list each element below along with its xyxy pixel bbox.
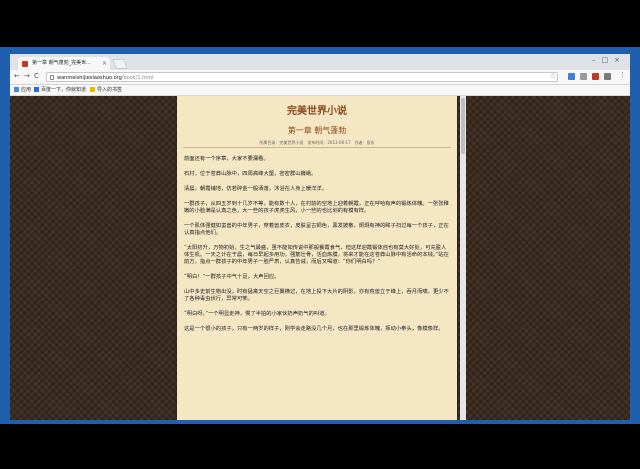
browser-chrome: 第一章 朝气蓬勃_完美世... × –□× ← → C wanmeishijie… [10,54,630,420]
paragraph: 这是一个很小的孩子，只有一两岁的样子，刚学会走路没几个月，也在那里锻炼体魄，挥动… [184,326,444,332]
reload-button[interactable]: C [34,72,39,80]
extension-icon[interactable] [592,73,599,80]
scrollbar-thumb[interactable] [461,98,465,154]
folder-icon [90,87,95,92]
paragraph: 前面还有一个序章，大家不要漏看。 [184,156,269,162]
bookmark-baidu[interactable]: 百度一下，你就知道 [34,85,86,95]
chapter-body: 前面还有一个序章，大家不要漏看。 石村，位于苍莽山脉中，四周高峰大壑，密密群山巍… [184,156,450,341]
paragraph: “明白！”一群孩子中气十足，大声回应。 [184,274,280,280]
browser-menu-icon[interactable]: ⋮ [619,71,626,79]
tab-active[interactable]: 第一章 朝气蓬勃_完美世... × [18,57,110,70]
paragraph: 山中多史前生物出没，时有猛禽天空之巨翼横过，在地上投下大片的阴影，亦有荒兽立于峰… [184,289,449,302]
forward-button[interactable]: → [24,72,30,80]
url-host: wanmeishijiexiaoshuo.org [57,75,122,81]
bookmarks-bar: 应用 百度一下，你就知道 导入的书签 [10,85,630,96]
divider [183,147,451,148]
page-viewport: 完美世界小说 第一章 朝气蓬勃 所属目录：完美世界小说 发布时间：2013-08… [10,96,630,420]
url-path: /book/1.html [121,75,154,81]
tab-strip: 第一章 朝气蓬勃_完美世... × –□× [10,54,630,70]
extension-icon[interactable] [568,73,575,80]
bookmark-label: 导入的书签 [97,87,123,93]
bookmark-star-icon[interactable]: ☆ [550,72,556,80]
paragraph: “太阳初升，万物初始，生之气最盛，虽不能如传说中那般餐霞食气，但这样迎霞锻体自也… [184,245,449,265]
page-info-icon[interactable] [50,75,54,80]
back-button[interactable]: ← [14,72,20,80]
bookmark-label: 应用 [21,87,32,93]
tab-close-icon[interactable]: × [102,57,107,70]
apps-icon [14,87,19,92]
window-controls[interactable]: –□× [592,56,626,64]
address-bar[interactable]: wanmeishijiexiaoshuo.org/book/1.html [46,72,558,82]
scrollbar[interactable] [460,96,466,420]
favicon-icon [22,61,28,67]
paragraph: 石村，位于苍莽山脉中，四周高峰大壑，密密群山巍峨。 [184,171,317,177]
paragraph: 清晨，朝霞铺地，仿若碎金一般洒落，沐浴在人身上暖洋洋。 [184,186,328,192]
bookmark-imported[interactable]: 导入的书签 [90,85,122,95]
paragraph: “明白呀。”一个明显走神，慢了半拍的小家伙奶声奶气的叫道。 [184,311,330,317]
toolbar: ← → C wanmeishijiexiaoshuo.org/book/1.ht… [10,70,630,85]
new-tab-button[interactable] [112,59,128,69]
bookmark-apps[interactable]: 应用 [14,85,31,95]
bookmark-label: 百度一下，你就知道 [41,87,87,93]
extension-icon[interactable] [580,73,587,80]
browser-window: 第一章 朝气蓬勃_完美世... × –□× ← → C wanmeishijie… [0,47,640,424]
paragraph: 一群孩子，从四五岁到十几岁不等，能有数十人，在村前的空地上迎着朝霞，正在呼哈有声… [184,201,449,214]
baidu-icon [34,87,39,92]
chapter-title: 第一章 朝气蓬勃 [287,126,347,135]
extension-icon[interactable] [604,73,611,80]
chapter-meta: 所属目录：完美世界小说 发布时间：2013-08-17 作者：辰东 [259,140,375,145]
tab-title: 第一章 朝气蓬勃_完美世... [32,60,91,66]
novel-page: 完美世界小说 第一章 朝气蓬勃 所属目录：完美世界小说 发布时间：2013-08… [177,96,457,420]
site-title[interactable]: 完美世界小说 [177,102,457,117]
paragraph: 一个肌体强健如蛮兽的中年男子，穿着兽皮衣，皮肤呈古铜色，黑发披散，炯炯有神的眸子… [184,223,449,236]
